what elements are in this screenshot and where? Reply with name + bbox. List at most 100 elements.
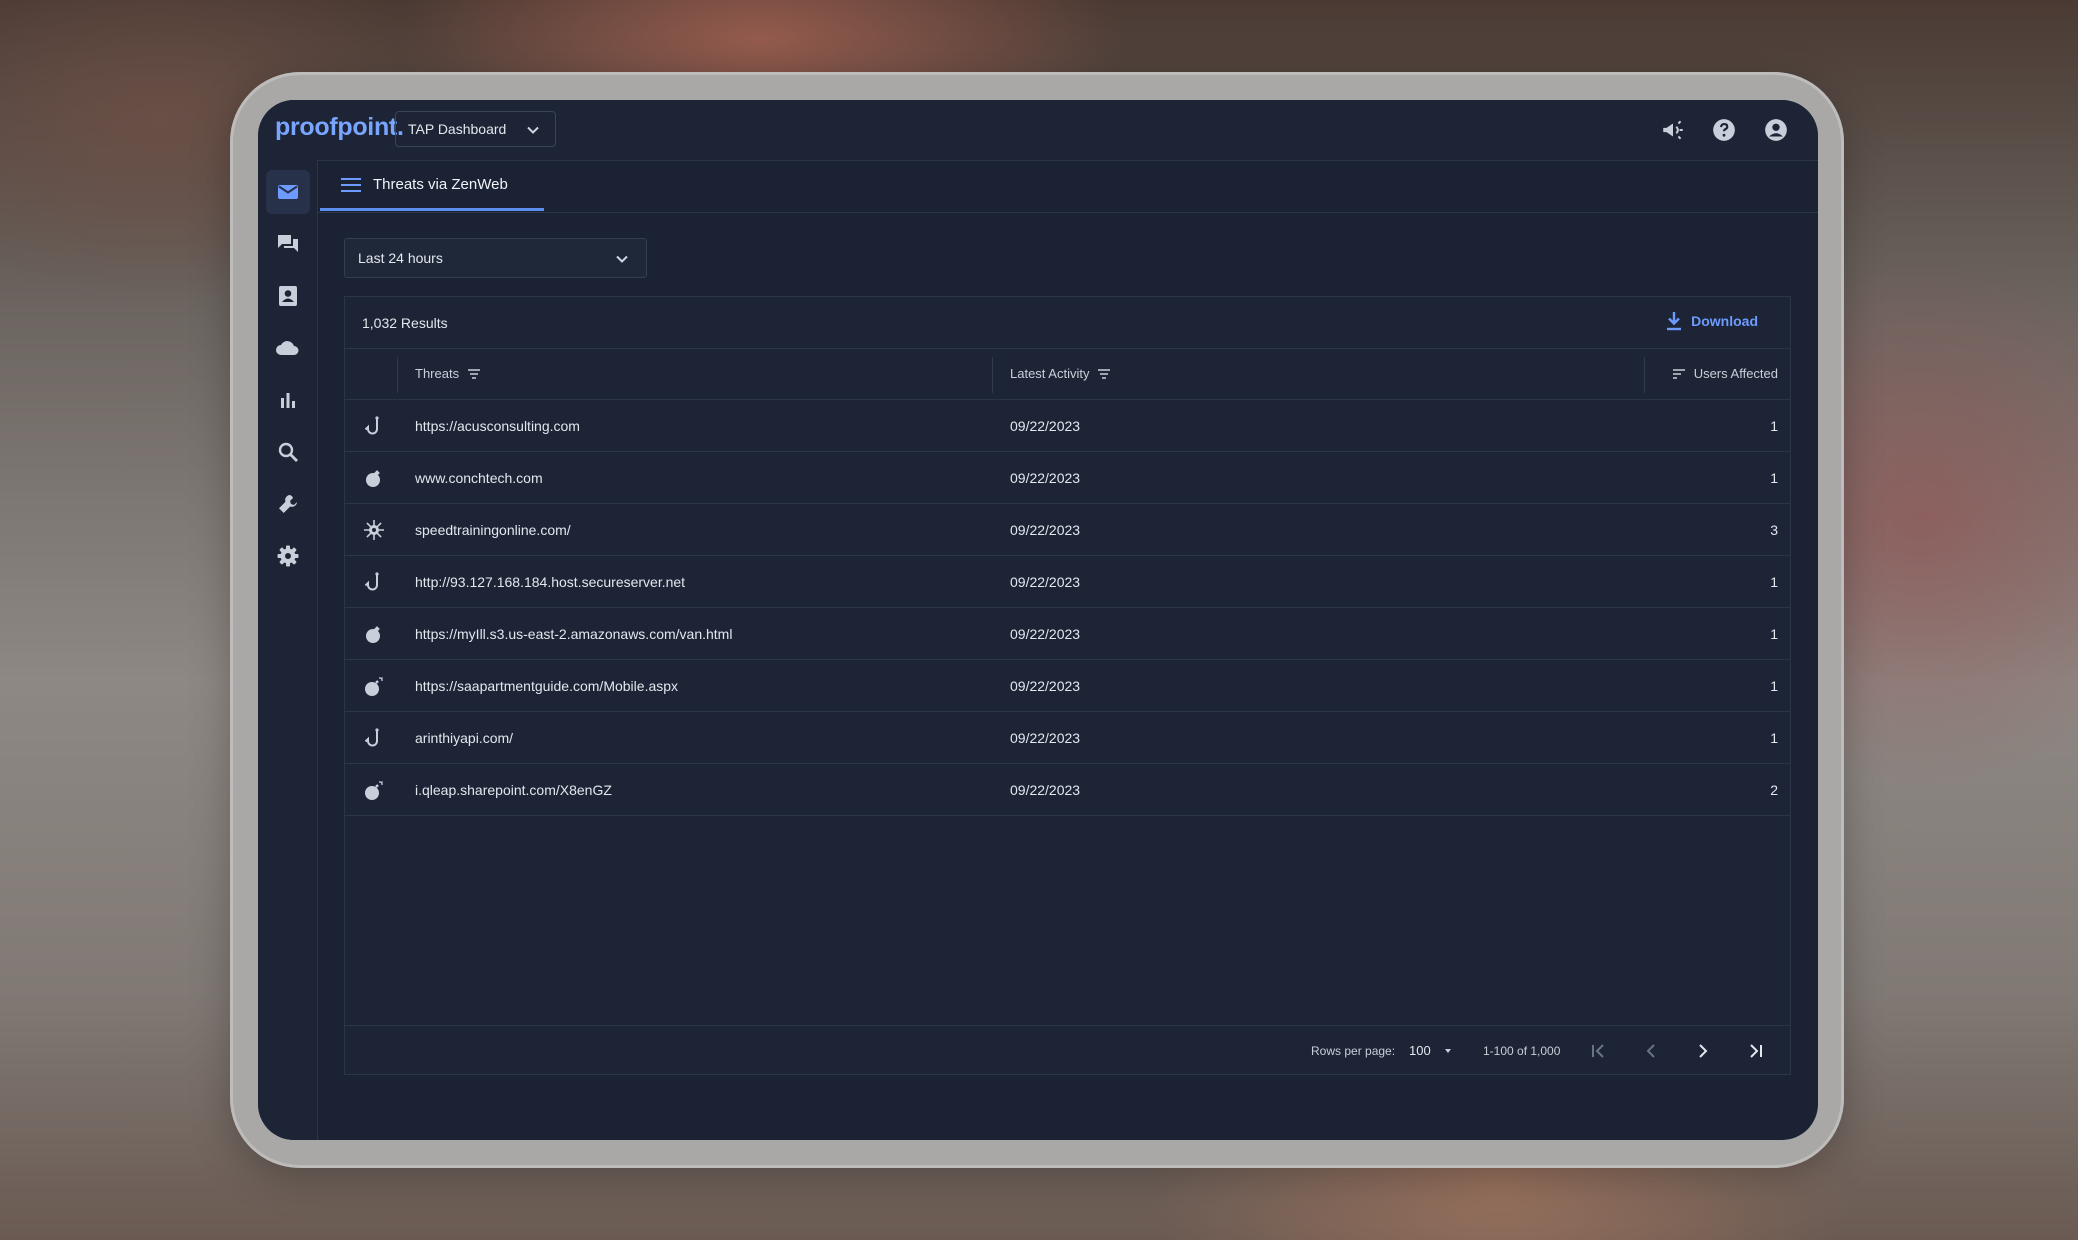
column-divider: [397, 357, 398, 393]
table-row[interactable]: http://93.127.168.184.host.secureserver.…: [345, 556, 1790, 608]
table-header: Threats Latest Activity Users Affected: [345, 348, 1790, 400]
users-affected-count: 1: [1770, 730, 1778, 746]
latest-activity-date: 09/22/2023: [1010, 678, 1081, 694]
threat-url: www.conchtech.com: [415, 470, 543, 486]
threat-url: speedtrainingonline.com/: [415, 522, 571, 538]
dashboard-selector[interactable]: TAP Dashboard: [395, 111, 556, 147]
column-label-users-affected: Users Affected: [1693, 366, 1778, 381]
megaphone-icon[interactable]: [1660, 117, 1686, 143]
chevron-down-icon: [527, 126, 539, 134]
results-panel: 1,032 Results Download Threats Latest Ac…: [344, 296, 1791, 1075]
users-affected-count: 3: [1770, 522, 1778, 538]
column-divider: [1644, 357, 1645, 393]
users-affected-count: 1: [1770, 470, 1778, 486]
phish-hook-icon: [364, 728, 379, 747]
tab-threats-via-zenweb[interactable]: Threats via ZenWeb: [320, 160, 544, 211]
pagination-bar: Rows per page: 100 1-100 of 1,000: [345, 1025, 1790, 1075]
users-affected-count: 1: [1770, 678, 1778, 694]
latest-activity-date: 09/22/2023: [1010, 470, 1081, 486]
tab-label: Threats via ZenWeb: [373, 176, 508, 193]
search-icon: [278, 442, 298, 462]
sidebar-item-tools[interactable]: [266, 482, 310, 526]
download-icon: [1667, 312, 1682, 331]
results-count: 1,032 Results: [362, 315, 448, 331]
table-row[interactable]: https://acusconsulting.com 09/22/2023 1: [345, 400, 1790, 452]
table-row[interactable]: speedtrainingonline.com/ 09/22/2023 3: [345, 504, 1790, 556]
sidebar-item-settings[interactable]: [266, 534, 310, 578]
mail-icon: [278, 185, 298, 199]
first-page-icon[interactable]: [1586, 1038, 1612, 1064]
tab-bar: Threats via ZenWeb: [318, 160, 1818, 213]
malware-bomb-icon: [366, 470, 380, 487]
threat-url: https://acusconsulting.com: [415, 418, 580, 434]
bar-chart-icon: [281, 393, 295, 408]
sort-icon: [1672, 368, 1685, 379]
top-bar: proofpoint. TAP Dashboard: [258, 100, 1818, 161]
phish-hook-icon: [364, 572, 379, 591]
last-page-icon[interactable]: [1742, 1038, 1768, 1064]
sidebar: [258, 160, 318, 1140]
latest-activity-date: 09/22/2023: [1010, 522, 1081, 538]
phish-hook-icon: [364, 416, 379, 435]
account-icon[interactable]: [1763, 117, 1789, 143]
next-page-icon[interactable]: [1690, 1038, 1716, 1064]
rows-per-page-label: Rows per page:: [1311, 1044, 1396, 1058]
caret-down-icon[interactable]: [1443, 1047, 1453, 1055]
latest-activity-date: 09/22/2023: [1010, 418, 1081, 434]
latest-activity-date: 09/22/2023: [1010, 574, 1081, 590]
dashboard-selector-label: TAP Dashboard: [408, 121, 507, 137]
page-range-text: 1-100 of 1,000: [1483, 1044, 1561, 1058]
menu-icon: [341, 178, 361, 192]
threat-url: i.qleap.sharepoint.com/X8enGZ: [415, 782, 612, 798]
column-header-latest-activity[interactable]: Latest Activity: [1010, 366, 1111, 381]
sort-icon: [1098, 368, 1111, 379]
table-row[interactable]: https://myIll.s3.us-east-2.amazonaws.com…: [345, 608, 1790, 660]
help-icon[interactable]: [1711, 117, 1737, 143]
app-window: proofpoint. TAP Dashboard Threats via Ze…: [258, 100, 1818, 1140]
gear-icon: [277, 545, 299, 567]
threat-url: https://myIll.s3.us-east-2.amazonaws.com…: [415, 626, 733, 642]
column-header-users-affected[interactable]: Users Affected: [1672, 366, 1778, 381]
table-row[interactable]: i.qleap.sharepoint.com/X8enGZ 09/22/2023…: [345, 764, 1790, 816]
users-affected-count: 2: [1770, 782, 1778, 798]
column-divider: [992, 357, 993, 393]
sidebar-item-search[interactable]: [266, 430, 310, 474]
column-header-threats[interactable]: Threats: [415, 366, 481, 381]
proofpoint-logo: proofpoint.: [275, 113, 404, 141]
download-button[interactable]: Download: [1665, 311, 1758, 331]
malware-bomb-lit-icon: [365, 677, 383, 696]
sidebar-item-cloud[interactable]: [266, 326, 310, 370]
sidebar-item-mail[interactable]: [266, 170, 310, 214]
latest-activity-date: 09/22/2023: [1010, 782, 1081, 798]
users-affected-count: 1: [1770, 626, 1778, 642]
latest-activity-date: 09/22/2023: [1010, 626, 1081, 642]
sort-icon: [468, 368, 481, 379]
malware-bomb-icon: [366, 626, 380, 643]
sidebar-item-contacts[interactable]: [266, 274, 310, 318]
previous-page-icon[interactable]: [1638, 1038, 1664, 1064]
download-label: Download: [1691, 313, 1758, 329]
threat-url: https://saapartmentguide.com/Mobile.aspx: [415, 678, 679, 694]
chat-icon: [278, 235, 298, 252]
users-affected-count: 1: [1770, 418, 1778, 434]
virus-icon: [364, 520, 384, 540]
malware-bomb-lit-icon: [365, 781, 383, 800]
threat-url: arinthiyapi.com/: [415, 730, 514, 746]
time-range-select[interactable]: Last 24 hours: [344, 238, 647, 278]
cloud-icon: [276, 341, 299, 355]
sidebar-item-reports[interactable]: [266, 378, 310, 422]
wrench-icon: [279, 495, 297, 513]
latest-activity-date: 09/22/2023: [1010, 730, 1081, 746]
rows-per-page-select[interactable]: 100: [1409, 1043, 1431, 1058]
sidebar-item-messages[interactable]: [266, 222, 310, 266]
time-range-value: Last 24 hours: [358, 250, 443, 266]
chevron-down-icon: [616, 255, 628, 263]
table-row[interactable]: www.conchtech.com 09/22/2023 1: [345, 452, 1790, 504]
table-row[interactable]: https://saapartmentguide.com/Mobile.aspx…: [345, 660, 1790, 712]
users-affected-count: 1: [1770, 574, 1778, 590]
column-label-threats: Threats: [415, 366, 460, 381]
contact-card-icon: [279, 286, 297, 306]
threat-url: http://93.127.168.184.host.secureserver.…: [415, 574, 686, 590]
column-label-latest-activity: Latest Activity: [1010, 366, 1090, 381]
table-row[interactable]: arinthiyapi.com/ 09/22/2023 1: [345, 712, 1790, 764]
